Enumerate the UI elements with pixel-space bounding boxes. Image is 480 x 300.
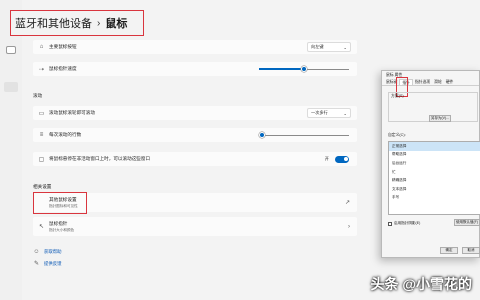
- toggle-state-label: 开: [324, 156, 329, 161]
- list-item[interactable]: 后台运行: [389, 159, 480, 168]
- highlight-box: [33, 192, 87, 214]
- mouse-properties-dialog: 鼠标 属性 鼠标键 指针 指针选项 滑轮 硬件 方案(S) 另存为(V)... …: [381, 70, 480, 258]
- mouse-pointer-label: 鼠标指针 指针大小和颜色: [49, 221, 348, 233]
- breadcrumb: 蓝牙和其他设备 › 鼠标: [10, 10, 144, 36]
- primary-button-value: 向左键: [311, 44, 324, 49]
- primary-button-select[interactable]: 向左键 ⌄: [307, 42, 351, 52]
- scroll-inactive-toggle[interactable]: [335, 155, 349, 163]
- list-item[interactable]: 手写: [389, 194, 480, 203]
- customize-label: 自定义(C):: [388, 133, 406, 137]
- primary-button-row: ⌂ 主要鼠标按钮 向左键 ⌄: [33, 40, 357, 54]
- lines-per-scroll-row: ≡ 每次滚动的行数: [33, 128, 357, 142]
- feedback-link[interactable]: ✎ 提供反馈: [33, 260, 62, 268]
- mouse-pointer-title: 鼠标指针: [49, 220, 68, 226]
- other-mouse-subtitle: 指针图标和可见性: [49, 203, 78, 208]
- pointer-speed-slider[interactable]: [259, 64, 349, 74]
- list-item[interactable]: 帮助选择: [389, 151, 480, 160]
- slider-thumb[interactable]: [259, 132, 265, 138]
- breadcrumb-parent[interactable]: 蓝牙和其他设备: [15, 15, 92, 31]
- list-item[interactable]: 文本选择: [389, 185, 480, 194]
- breadcrumb-separator: ›: [97, 17, 101, 29]
- tab-pointer-options[interactable]: 指针选项: [413, 79, 432, 85]
- scroll-inactive-row: ▢ 将鼠标悬停在非活动窗口上时，可以滚动这些窗口 开: [33, 152, 357, 166]
- scroll-mode-label: 滚动鼠标滚轮即可滚动: [49, 110, 95, 115]
- tab-hardware[interactable]: 硬件: [444, 79, 456, 85]
- open-external-icon: ↗: [344, 200, 350, 206]
- tab-wheel[interactable]: 滑轮: [432, 79, 444, 85]
- primary-button-label: 主要鼠标按钮: [49, 44, 77, 49]
- scroll-mode-row: ▭ 滚动鼠标滚轮即可滚动 一次多行 ⌄: [33, 106, 357, 120]
- scroll-inactive-label: 将鼠标悬停在非活动窗口上时，可以滚动这些窗口: [49, 156, 151, 161]
- mouse-pointer-subtitle: 指针大小和颜色: [49, 227, 75, 232]
- list-item[interactable]: 正常选择: [389, 142, 480, 151]
- checkbox-box[interactable]: [388, 221, 392, 226]
- pointer-speed-row: ⇢ 鼠标指针速度: [33, 62, 357, 76]
- scroll-icon: ▭: [38, 110, 45, 117]
- related-section-heading: 相关设置: [33, 184, 52, 189]
- pointer-icon: ↖: [38, 224, 45, 230]
- search-icon[interactable]: [6, 46, 16, 54]
- scroll-mode-select[interactable]: 一次多行 ⌄: [307, 108, 351, 118]
- page-title: 鼠标: [105, 18, 128, 30]
- nav-rail: [0, 0, 22, 300]
- list-item[interactable]: 精确选择: [389, 176, 480, 185]
- help-icon: ☺: [33, 248, 40, 255]
- slider-fill: [259, 68, 304, 70]
- watermark-text: 头条 @小雪花的: [370, 276, 472, 292]
- mouse-icon: ⌂: [39, 44, 44, 50]
- lines-icon: ≡: [39, 132, 44, 138]
- feedback-icon: ✎: [33, 261, 40, 267]
- get-help-link[interactable]: ☺ 获取帮助: [33, 248, 62, 255]
- window-icon: ▢: [38, 156, 45, 163]
- pointer-shadow-label: 启用指针阴影(E): [394, 221, 421, 225]
- pointer-speed-icon: ⇢: [38, 66, 45, 73]
- slider-track: [259, 134, 349, 136]
- mouse-pointer-row[interactable]: ↖ 鼠标指针 指针大小和颜色 ›: [33, 217, 357, 236]
- list-item[interactable]: 忙: [389, 168, 480, 177]
- cancel-button[interactable]: 取消: [462, 247, 480, 254]
- slider-thumb[interactable]: [301, 66, 307, 72]
- chevron-down-icon: ⌄: [343, 110, 347, 116]
- pointer-shadow-checkbox[interactable]: 启用指针阴影(E): [388, 221, 420, 226]
- lines-per-scroll-label: 每次滚动的行数: [49, 132, 82, 137]
- chevron-right-icon: ›: [348, 223, 350, 230]
- pointer-speed-label: 鼠标指针速度: [49, 66, 77, 71]
- ok-button[interactable]: 确定: [440, 247, 458, 254]
- scroll-mode-value: 一次多行: [311, 110, 328, 115]
- feedback-label: 提供反馈: [44, 260, 62, 266]
- nav-selected-indicator: [4, 82, 18, 92]
- scroll-section-heading: 滚动: [33, 93, 43, 98]
- other-mouse-settings-label: 其他鼠标设置 指针图标和可见性: [49, 197, 345, 209]
- chevron-down-icon: ⌄: [343, 44, 347, 50]
- save-as-button[interactable]: 另存为(V)...: [429, 115, 451, 122]
- lines-per-scroll-slider[interactable]: [259, 130, 349, 140]
- use-default-button[interactable]: 使用默认值(F): [454, 219, 480, 226]
- scheme-label: 方案(S): [391, 94, 404, 98]
- cursor-list[interactable]: 正常选择 帮助选择 后台运行 忙 精确选择 文本选择 手写: [388, 141, 480, 215]
- scheme-group: 方案(S) 另存为(V)...: [388, 92, 478, 122]
- get-help-label: 获取帮助: [44, 248, 62, 254]
